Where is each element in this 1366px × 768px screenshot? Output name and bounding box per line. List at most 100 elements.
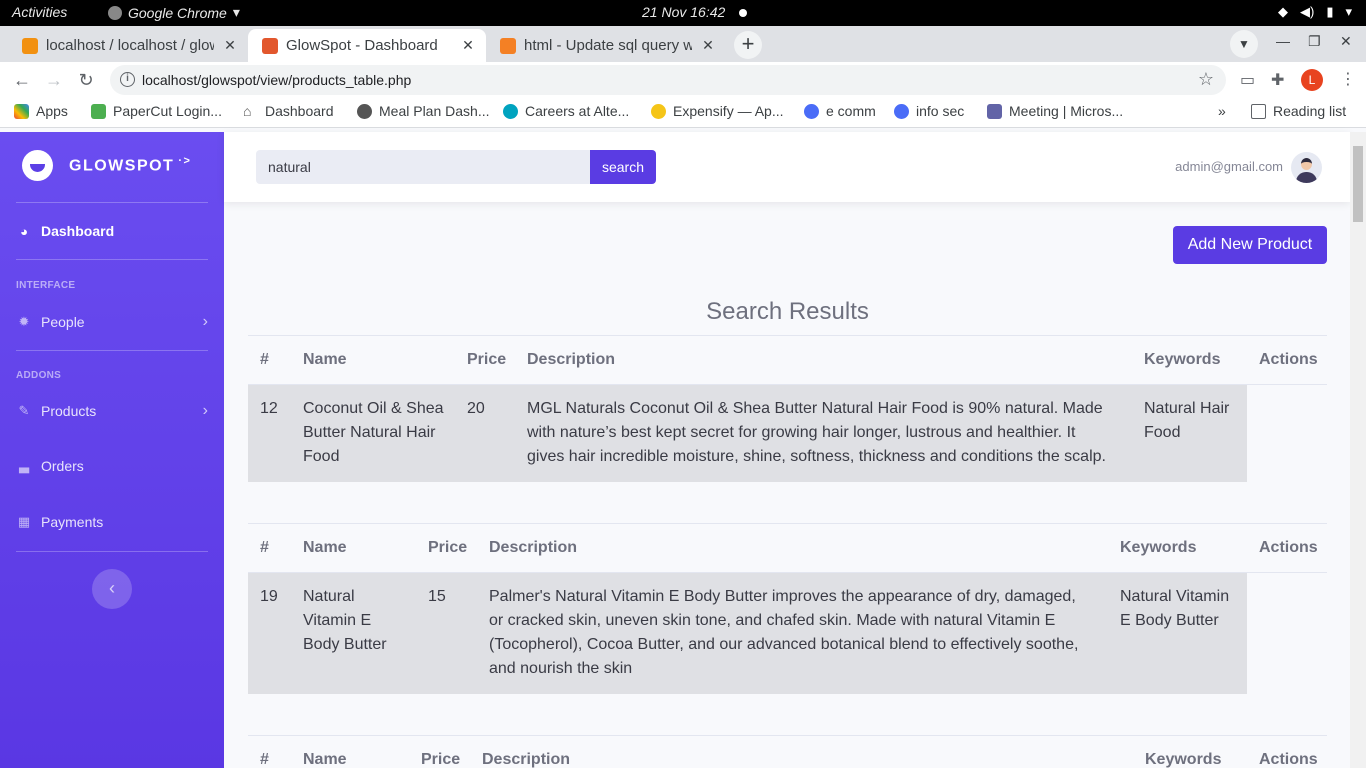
sidebar-item-people[interactable]: ✹ People › bbox=[16, 313, 208, 331]
sidebar-toggle-button[interactable]: ‹ bbox=[92, 569, 132, 609]
chevron-right-icon: › bbox=[202, 402, 208, 419]
tab-title: html - Update sql query when bbox=[524, 37, 692, 54]
tab-search-button[interactable]: ▼ bbox=[1230, 30, 1258, 58]
cell-id: 19 bbox=[260, 588, 278, 605]
forward-button[interactable]: → bbox=[42, 68, 66, 92]
close-icon[interactable]: ✕ bbox=[222, 37, 238, 54]
volume-icon: ◀) bbox=[1299, 4, 1315, 19]
more-menu-icon[interactable]: ⋮ bbox=[1340, 69, 1356, 89]
sidebar-divider bbox=[16, 259, 208, 260]
avatar[interactable] bbox=[1291, 152, 1322, 183]
sidebar-item-dashboard[interactable]: ◕ Dashboard bbox=[16, 223, 208, 239]
avatar-body bbox=[1296, 172, 1317, 183]
system-tray[interactable]: ◆ ◀) ▮ ▾ bbox=[1278, 4, 1352, 20]
sidebar-divider bbox=[16, 202, 208, 203]
papercut-icon bbox=[91, 103, 106, 119]
xampp-icon bbox=[262, 37, 278, 54]
add-new-product-button[interactable]: Add New Product bbox=[1173, 226, 1327, 264]
extensions-puzzle-icon[interactable]: ✚ bbox=[1271, 70, 1284, 90]
zoom-icon bbox=[804, 103, 819, 119]
reading-list-button[interactable]: Reading list bbox=[1251, 103, 1346, 119]
battery-icon: ▮ bbox=[1326, 4, 1334, 19]
browser-toolbar: ← → ↻ i localhost/glowspot/view/products… bbox=[0, 62, 1366, 98]
app-menu[interactable]: Google Chrome ▾ bbox=[108, 4, 240, 21]
bookmark-expensify[interactable]: Expensify — Ap... bbox=[651, 103, 784, 119]
table-icon: ▦ bbox=[17, 514, 31, 529]
sidebar-divider bbox=[16, 350, 208, 351]
sidebar-item-orders[interactable]: ▃ Orders bbox=[16, 458, 208, 474]
minimize-button[interactable]: — bbox=[1276, 33, 1290, 49]
clock[interactable]: 21 Nov 16:42 bbox=[642, 4, 725, 20]
address-bar[interactable]: i localhost/glowspot/view/products_table… bbox=[110, 65, 1226, 95]
activities-button[interactable]: Activities bbox=[12, 4, 67, 20]
bookmark-label: PaperCut Login... bbox=[113, 103, 222, 119]
column-header-price: Price bbox=[467, 351, 507, 368]
brand-link[interactable]: GLOWSPOT ·> bbox=[22, 150, 191, 181]
app-name: Google Chrome bbox=[128, 4, 227, 21]
globe-icon bbox=[357, 103, 372, 119]
user-email[interactable]: admin@gmail.com bbox=[1175, 159, 1283, 174]
column-header-price: Price bbox=[421, 751, 461, 768]
reader-icon[interactable]: ▭ bbox=[1240, 70, 1255, 90]
results-table: # Name Price Description Keywords Action… bbox=[248, 735, 1327, 768]
wrench-icon: ✎ bbox=[18, 403, 30, 418]
close-icon[interactable]: ✕ bbox=[460, 37, 476, 54]
bookmark-label: Dashboard bbox=[265, 103, 334, 119]
page-scrollbar[interactable] bbox=[1350, 132, 1366, 768]
brand-suffix: ·> bbox=[178, 155, 192, 168]
scrollbar-thumb[interactable] bbox=[1353, 146, 1363, 222]
topbar: search admin@gmail.com bbox=[224, 132, 1350, 202]
cell-description: MGL Naturals Coconut Oil & Shea Butter N… bbox=[527, 400, 1106, 465]
cell-keywords: Natural Hair Food bbox=[1144, 400, 1230, 441]
tab-glowspot-dashboard[interactable]: GlowSpot - Dashboard ✕ bbox=[248, 29, 486, 62]
profile-avatar[interactable]: L bbox=[1301, 69, 1323, 91]
bookmark-dashboard[interactable]: ⌂ Dashboard bbox=[243, 103, 334, 119]
info-icon[interactable]: i bbox=[120, 72, 135, 87]
column-header-actions: Actions bbox=[1259, 751, 1318, 768]
laugh-wink-icon bbox=[22, 150, 53, 181]
system-top-bar: Activities Google Chrome ▾ 21 Nov 16:42 … bbox=[0, 0, 1366, 26]
chevron-down-icon: ▾ bbox=[232, 4, 240, 20]
column-header-id: # bbox=[260, 351, 269, 368]
column-header-actions: Actions bbox=[1259, 539, 1318, 556]
bookmark-apps[interactable]: Apps bbox=[14, 103, 68, 119]
cog-icon: ✹ bbox=[18, 314, 30, 329]
bookmark-ecomm[interactable]: e comm bbox=[804, 103, 876, 119]
new-tab-button[interactable]: + bbox=[734, 31, 762, 59]
column-header-description: Description bbox=[482, 751, 571, 768]
sidebar-heading-interface: INTERFACE bbox=[16, 280, 76, 291]
reload-button[interactable]: ↻ bbox=[74, 68, 98, 92]
tab-phpmyadmin[interactable]: localhost / localhost / glowspot ✕ bbox=[8, 29, 248, 62]
notification-dot-icon bbox=[739, 9, 747, 17]
column-header-id: # bbox=[260, 539, 269, 556]
bookmark-infosec[interactable]: info sec bbox=[894, 103, 964, 119]
stackoverflow-icon bbox=[500, 37, 516, 54]
search-input[interactable] bbox=[256, 150, 590, 184]
bookmark-meal-plan[interactable]: Meal Plan Dash... bbox=[357, 103, 490, 119]
close-icon[interactable]: ✕ bbox=[700, 37, 716, 54]
table-divider bbox=[248, 735, 1327, 736]
teams-icon bbox=[987, 103, 1002, 119]
chevron-down-icon: ▾ bbox=[1345, 4, 1352, 19]
bookmark-teams-meeting[interactable]: Meeting | Micros... bbox=[987, 103, 1123, 119]
bookmarks-overflow-button[interactable]: » bbox=[1218, 103, 1226, 119]
column-header-actions: Actions bbox=[1259, 351, 1318, 368]
url-text[interactable]: localhost/glowspot/view/products_table.p… bbox=[142, 72, 411, 88]
bookmark-papercut[interactable]: PaperCut Login... bbox=[91, 103, 222, 119]
back-button[interactable]: ← bbox=[10, 68, 34, 92]
bookmark-label: Meal Plan Dash... bbox=[379, 103, 490, 119]
tab-title: GlowSpot - Dashboard bbox=[286, 37, 438, 54]
column-header-keywords: Keywords bbox=[1144, 351, 1221, 368]
chart-area-icon: ▃ bbox=[19, 458, 29, 473]
bookmark-careers[interactable]: Careers at Alte... bbox=[503, 103, 629, 119]
reading-list-label: Reading list bbox=[1273, 103, 1347, 119]
bookmark-star-icon[interactable]: ☆ bbox=[1198, 69, 1214, 90]
sidebar-item-payments[interactable]: ▦ Payments bbox=[16, 514, 208, 530]
restore-button[interactable]: ❐ bbox=[1308, 33, 1321, 50]
sidebar-item-label: Products bbox=[41, 403, 97, 419]
tab-stackoverflow[interactable]: html - Update sql query when ✕ bbox=[486, 29, 726, 62]
close-window-button[interactable]: ✕ bbox=[1340, 33, 1352, 50]
bookmark-label: info sec bbox=[916, 103, 965, 119]
sidebar-item-products[interactable]: ✎ Products › bbox=[16, 402, 208, 420]
search-button[interactable]: search bbox=[590, 150, 656, 184]
